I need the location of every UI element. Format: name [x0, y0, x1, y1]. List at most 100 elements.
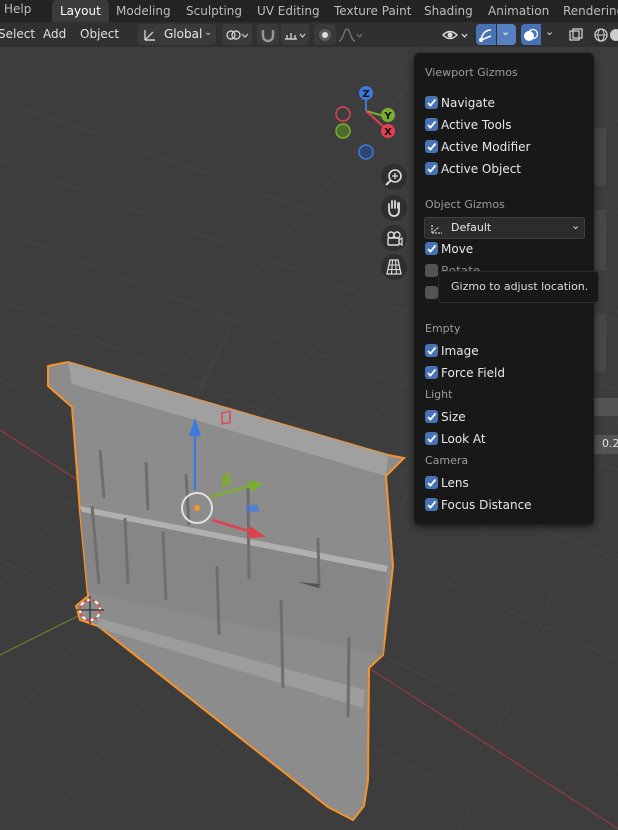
- size-label: Size: [441, 410, 466, 424]
- tooltip-text: Gizmo to adjust location.: [451, 280, 589, 293]
- tab-shading[interactable]: Shading: [416, 0, 481, 22]
- shading-modes[interactable]: [591, 24, 618, 45]
- check-icon: [427, 368, 437, 377]
- checkbox-checked[interactable]: [425, 498, 438, 511]
- overlays-dropdown[interactable]: ⌄: [542, 24, 559, 45]
- tab-modeling[interactable]: Modeling: [108, 0, 179, 22]
- active-modifier-label: Active Modifier: [441, 140, 531, 154]
- checkbox-checked[interactable]: [425, 242, 438, 255]
- transform-orientation-dropdown[interactable]: Global ⌄: [138, 24, 216, 45]
- checkbox-unchecked[interactable]: [425, 286, 438, 299]
- checkbox-unchecked[interactable]: [425, 264, 438, 277]
- proportional-editing-toggle[interactable]: [314, 24, 336, 45]
- workspace-tabs-bar: Help Layout Modeling Sculpting UV Editin…: [0, 0, 618, 22]
- grid-perspective-icon: [386, 259, 402, 275]
- add-menu[interactable]: Add: [43, 27, 66, 41]
- side-panel-fragment: [594, 398, 618, 416]
- checkbox-checked[interactable]: [425, 118, 438, 131]
- overlays-toggle[interactable]: [521, 24, 541, 45]
- checkbox-checked[interactable]: [425, 344, 438, 357]
- lens-label: Lens: [441, 476, 469, 490]
- viewport-header: Select Add Object Global ⌄ ⌄ ⌄: [0, 22, 618, 47]
- check-icon: [427, 478, 437, 487]
- pan-button[interactable]: [381, 195, 407, 221]
- visibility-dropdown[interactable]: [440, 24, 472, 45]
- checkbox-checked[interactable]: [425, 162, 438, 175]
- object-gizmos-title: Object Gizmos: [425, 198, 505, 211]
- overlays-icon: [524, 28, 539, 41]
- active-object-label: Active Object: [441, 162, 522, 176]
- empty-section-title: Empty: [425, 322, 461, 335]
- gizmo-orientation-dropdown[interactable]: Default ⌄: [424, 217, 585, 239]
- check-icon: [427, 98, 437, 107]
- checkbox-checked[interactable]: [425, 366, 438, 379]
- object-menu[interactable]: Object: [80, 27, 119, 41]
- falloff-dropdown[interactable]: [336, 24, 366, 45]
- checkbox-checked[interactable]: [425, 432, 438, 445]
- navigate-label: Navigate: [441, 96, 495, 110]
- tab-uv-editing[interactable]: UV Editing: [249, 0, 328, 22]
- zoom-icon: [385, 169, 402, 186]
- orientation-axes-icon: [431, 224, 442, 234]
- axis-neg-z-ball[interactable]: [358, 144, 374, 160]
- force-field-label: Force Field: [441, 366, 505, 380]
- check-icon: [427, 346, 437, 355]
- eye-icon: [442, 30, 468, 40]
- camera-icon: [387, 231, 403, 247]
- tab-texture-paint[interactable]: Texture Paint: [326, 0, 419, 22]
- tab-rendering[interactable]: Rendering: [555, 0, 618, 22]
- axis-neg-x-ball[interactable]: [335, 106, 351, 122]
- tab-sculpting[interactable]: Sculpting: [178, 0, 250, 22]
- gizmo-toggle[interactable]: [476, 24, 496, 45]
- snap-toggle[interactable]: [257, 24, 279, 45]
- snap-target-dropdown[interactable]: [281, 24, 309, 45]
- side-value-field[interactable]: 0.2: [594, 435, 618, 454]
- selected-wall-mesh[interactable]: [47, 360, 407, 822]
- orientation-label: Global: [164, 27, 203, 41]
- checkbox-checked[interactable]: [425, 96, 438, 109]
- side-panel-fragment: [594, 314, 606, 372]
- y-axis-line: [0, 609, 91, 656]
- xray-toggle[interactable]: [566, 24, 586, 45]
- viewport-gizmos-title: Viewport Gizmos: [425, 66, 518, 79]
- look-at-label: Look At: [441, 432, 486, 446]
- pivot-point-dropdown[interactable]: [222, 24, 252, 45]
- falloff-curve-icon: [338, 28, 363, 42]
- side-panel-fragment: [594, 210, 606, 270]
- tab-layout[interactable]: Layout: [52, 0, 109, 22]
- chevron-down-icon: ⌄: [571, 219, 581, 232]
- perspective-toggle-button[interactable]: [381, 254, 407, 280]
- chevron-down-icon: ⌄: [501, 25, 511, 38]
- axis-neg-y-ball[interactable]: [335, 123, 351, 139]
- side-panel-fragment: [594, 128, 606, 186]
- check-icon: [427, 244, 437, 253]
- checkbox-checked[interactable]: [425, 476, 438, 489]
- checkbox-checked[interactable]: [425, 410, 438, 423]
- move-label: Move: [441, 242, 474, 256]
- tab-animation[interactable]: Animation: [480, 0, 557, 22]
- image-label: Image: [441, 344, 479, 358]
- move-gizmo-tooltip: Gizmo to adjust location.: [438, 271, 599, 303]
- gizmo-dropdown[interactable]: ⌄: [497, 24, 516, 45]
- orientation-dropdown-value: Default: [451, 221, 492, 234]
- axis-y-label: Y: [383, 111, 392, 122]
- check-icon: [427, 500, 437, 509]
- camera-view-button[interactable]: [381, 225, 407, 251]
- wireframe-sphere-icon: [594, 28, 618, 42]
- orientation-axes-icon: [144, 30, 155, 41]
- hand-icon: [388, 200, 400, 217]
- chevron-down-icon: ⌄: [545, 25, 555, 38]
- navigation-axis-gizmo[interactable]: Z Y X: [335, 86, 395, 160]
- focus-distance-label: Focus Distance: [441, 498, 532, 512]
- checkbox-checked[interactable]: [425, 140, 438, 153]
- check-icon: [427, 120, 437, 129]
- axis-z-label: Z: [362, 89, 369, 100]
- side-value: 0.2: [602, 437, 618, 450]
- zoom-button[interactable]: [381, 164, 407, 190]
- gizmo-icon: [479, 29, 492, 42]
- select-menu[interactable]: Select: [0, 27, 35, 41]
- magnet-icon: [261, 30, 275, 43]
- xray-icon: [569, 28, 583, 41]
- help-menu[interactable]: Help: [4, 2, 31, 16]
- axis-x-label: X: [384, 127, 392, 138]
